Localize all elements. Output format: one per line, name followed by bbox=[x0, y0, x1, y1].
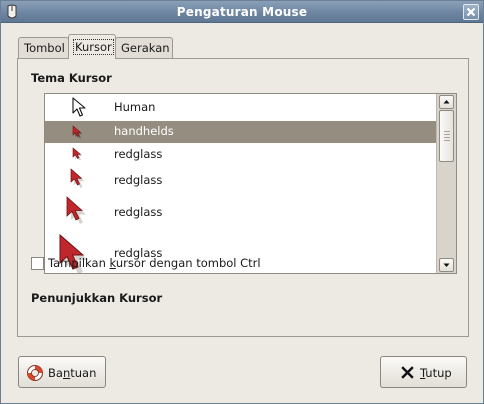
window-close-button[interactable] bbox=[463, 4, 479, 20]
checkbox-text-start: Tampilkan bbox=[48, 256, 110, 270]
cursor-theme-label: redglass bbox=[114, 205, 163, 219]
cursor-theme-label: redglass bbox=[114, 173, 163, 187]
pointer-locate-heading: Penunjukkan Kursor bbox=[31, 291, 163, 305]
list-item[interactable]: redglass bbox=[45, 143, 436, 165]
red-arrow-cursor-icon bbox=[72, 147, 83, 161]
tab-label: Gerakan bbox=[121, 41, 170, 55]
help-text-end: tuan bbox=[70, 366, 97, 380]
scroll-thumb[interactable] bbox=[439, 110, 454, 162]
cursor-theme-list[interactable]: Human handhelds redglass redglass redgla… bbox=[44, 93, 457, 274]
tab-kursor[interactable]: Kursor bbox=[68, 34, 116, 59]
cursor-theme-label: handhelds bbox=[114, 124, 174, 138]
tab-panel-kursor: Tema Kursor Human handhelds redglass red… bbox=[17, 58, 469, 337]
close-icon bbox=[466, 7, 476, 17]
list-scrollbar[interactable] bbox=[436, 94, 456, 273]
scroll-down-button[interactable] bbox=[439, 258, 454, 272]
red-arrow-cursor-icon bbox=[66, 196, 86, 224]
close-text-end: utup bbox=[425, 366, 452, 380]
tab-tombol[interactable]: Tombol bbox=[18, 37, 69, 59]
checkbox-text-end: ursor dengan tombol Ctrl bbox=[115, 256, 261, 270]
show-cursor-ctrl-label[interactable]: Tampilkan kursor dengan tombol Ctrl bbox=[48, 256, 261, 270]
cursor-theme-label: redglass bbox=[114, 147, 163, 161]
tab-gerakan[interactable]: Gerakan bbox=[115, 37, 173, 59]
scroll-up-button[interactable] bbox=[439, 95, 454, 109]
white-arrow-cursor-icon bbox=[72, 97, 86, 117]
red-arrow-cursor-icon bbox=[70, 168, 85, 188]
tab-label: Kursor bbox=[73, 39, 114, 55]
cursor-theme-heading: Tema Kursor bbox=[31, 71, 112, 85]
close-button-label: Tutup bbox=[420, 366, 452, 380]
list-item-selected[interactable]: handhelds bbox=[45, 121, 436, 143]
list-item[interactable]: redglass bbox=[45, 165, 436, 192]
arrow-up-icon bbox=[443, 100, 450, 104]
arrow-down-icon bbox=[443, 263, 450, 267]
tab-label: Tombol bbox=[24, 41, 65, 55]
window-title: Pengaturan Mouse bbox=[176, 5, 308, 19]
help-button[interactable]: Bantuan bbox=[18, 356, 106, 388]
list-item[interactable]: redglass bbox=[45, 192, 436, 229]
help-button-label: Bantuan bbox=[48, 366, 96, 380]
list-item[interactable]: Human bbox=[45, 94, 436, 121]
small-red-arrow-cursor-icon bbox=[72, 125, 83, 139]
close-button[interactable]: Tutup bbox=[380, 356, 467, 388]
help-text-start: Ba bbox=[48, 366, 63, 380]
lifebuoy-icon bbox=[27, 365, 43, 381]
close-icon bbox=[401, 366, 414, 379]
cursor-theme-label: Human bbox=[114, 100, 156, 114]
title-bar[interactable]: Pengaturan Mouse bbox=[1, 1, 483, 23]
mouse-preferences-window: Pengaturan Mouse Tombol Kursor Gerakan T… bbox=[0, 0, 484, 404]
show-cursor-ctrl-checkbox[interactable] bbox=[31, 257, 44, 270]
